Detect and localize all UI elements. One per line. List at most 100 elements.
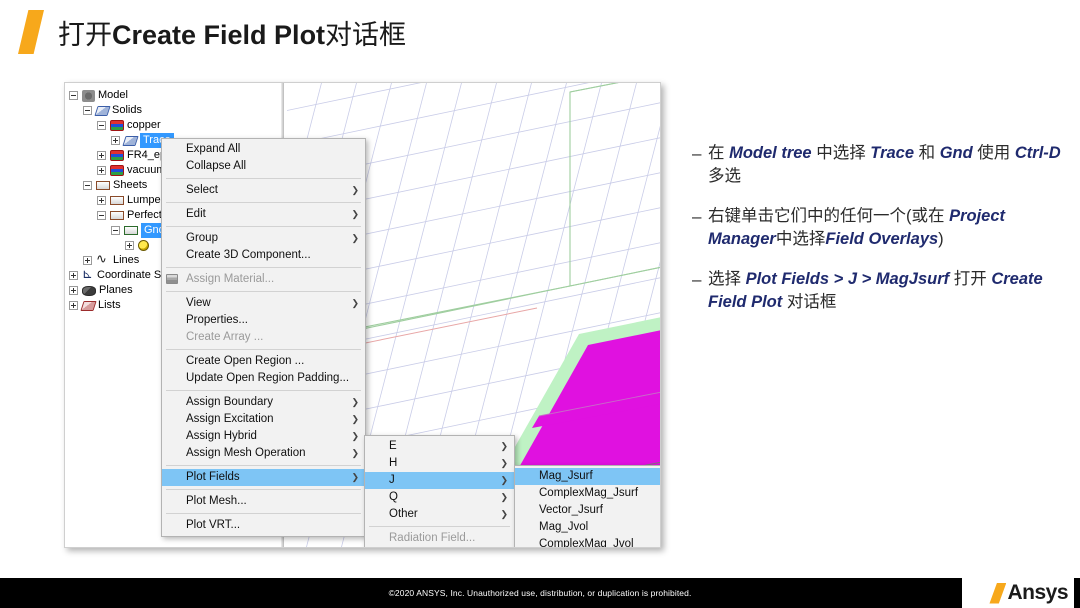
submenu-item-q[interactable]: Q ❯ [365, 489, 514, 506]
tree-node-label: Perfect [127, 209, 162, 221]
chevron-right-icon: ❯ [351, 209, 359, 219]
menu-item-assign-boundary[interactable]: Assign Boundary ❯ [162, 394, 365, 411]
collapse-icon[interactable] [69, 91, 78, 100]
bullet-term: Trace [870, 144, 915, 162]
bullet-term: Field Overlays [825, 230, 939, 248]
expand-icon[interactable] [83, 256, 92, 265]
menu-item-label: Plot Mesh... [186, 495, 247, 507]
collapse-icon[interactable] [111, 226, 120, 235]
collapse-icon[interactable] [83, 106, 92, 115]
menu-item-expand-all[interactable]: Expand All [162, 141, 365, 158]
menu-item-assign-mesh-operation[interactable]: Assign Mesh Operation ❯ [162, 445, 365, 462]
bullet-plain: 打开 [949, 270, 992, 288]
jmenu-item-complexmag-jsurf[interactable]: ComplexMag_Jsurf [515, 485, 660, 502]
menu-item-plot-fields[interactable]: Plot Fields ❯ [162, 469, 365, 486]
menu-item-label: Plot Fields [186, 471, 240, 483]
menu-separator [166, 349, 361, 350]
menu-separator [166, 226, 361, 227]
menu-item-group[interactable]: Group ❯ [162, 230, 365, 247]
menu-item-select[interactable]: Select ❯ [162, 182, 365, 199]
menu-item-label: Mag_Jsurf [539, 470, 593, 482]
collapse-icon[interactable] [83, 181, 92, 190]
bullet-list: – 在 Model tree 中选择 Trace 和 Gnd 使用 Ctrl-D … [692, 142, 1062, 331]
submenu-item-j[interactable]: J ❯ [365, 472, 514, 489]
menu-item-plot-vrt[interactable]: Plot VRT... [162, 517, 365, 534]
expand-icon[interactable] [69, 286, 78, 295]
tree-node-label: Solids [112, 104, 142, 116]
menu-separator [166, 202, 361, 203]
tree-node-label: vacuum [127, 164, 166, 176]
tree-node-label: Coordinate Sy [97, 269, 167, 281]
menu-item-create-3d-component[interactable]: Create 3D Component... [162, 247, 365, 264]
submenu-item-e[interactable]: E ❯ [365, 438, 514, 455]
chevron-right-icon: ❯ [351, 233, 359, 243]
logo-wordmark: Ansys [1007, 581, 1068, 604]
expand-icon[interactable] [111, 136, 120, 145]
page-title-suffix: 对话框 [325, 19, 407, 50]
menu-item-view[interactable]: View ❯ [162, 295, 365, 312]
menu-item-label: Assign Mesh Operation [186, 447, 306, 459]
menu-item-label: Other [389, 508, 418, 520]
menu-item-create-open-region[interactable]: Create Open Region ... [162, 353, 365, 370]
menu-item-label: J [389, 474, 395, 486]
menu-item-label: Vector_Jsurf [539, 504, 603, 516]
menu-item-create-array: Create Array ... [162, 329, 365, 346]
menu-item-label: Expand All [186, 143, 241, 155]
chevron-right-icon: ❯ [351, 431, 359, 441]
menu-item-label: H [389, 457, 398, 469]
plot-fields-submenu[interactable]: E ❯ H ❯ J ❯ Q ❯ Other ❯ Radiation Field... [364, 435, 515, 547]
line-icon [96, 251, 110, 266]
menu-item-assign-material: Assign Material... [162, 271, 365, 288]
submenu-item-h[interactable]: H ❯ [365, 455, 514, 472]
plane-icon [82, 285, 96, 296]
menu-item-edit[interactable]: Edit ❯ [162, 206, 365, 223]
menu-item-label: Collapse All [186, 160, 247, 172]
menu-item-update-open-region-padding[interactable]: Update Open Region Padding... [162, 370, 365, 387]
jmenu-item-mag-jsurf[interactable]: Mag_Jsurf [515, 468, 660, 485]
tree-node-label: Lumpe [127, 194, 161, 206]
collapse-icon[interactable] [97, 121, 106, 130]
chevron-right-icon: ❯ [351, 472, 359, 482]
bullet-item-3: – 选择 Plot Fields > J > MagJsurf 打开 Create… [692, 268, 1062, 314]
tree-node-label: Lists [98, 299, 121, 311]
context-menu[interactable]: Expand All Collapse All Select ❯ Edit ❯ Group ❯… [161, 138, 366, 537]
footer-bar: ©2020 ANSYS, Inc. Unauthorized use, dist… [0, 578, 1080, 608]
expand-icon[interactable] [69, 271, 78, 280]
bullet-plain: 中选择 [775, 230, 826, 248]
collapse-icon[interactable] [97, 211, 106, 220]
bullet-term: Model tree [729, 144, 812, 162]
expand-icon[interactable] [97, 196, 106, 205]
menu-separator [166, 489, 361, 490]
chevron-right-icon: ❯ [351, 298, 359, 308]
bullet-text: 在 Model tree 中选择 Trace 和 Gnd 使用 Ctrl-D 多… [708, 142, 1062, 188]
menu-item-properties[interactable]: Properties... [162, 312, 365, 329]
expand-icon[interactable] [69, 301, 78, 310]
menu-item-assign-excitation[interactable]: Assign Excitation ❯ [162, 411, 365, 428]
bullet-plain: 多选 [708, 167, 741, 185]
j-fields-submenu[interactable]: Mag_Jsurf ComplexMag_Jsurf Vector_Jsurf Mag… [514, 465, 660, 547]
bullet-term: Ctrl-D [1014, 144, 1061, 162]
jmenu-item-complexmag-jvol[interactable]: ComplexMag_Jvol [515, 536, 660, 547]
jmenu-item-vector-jsurf[interactable]: Vector_Jsurf [515, 502, 660, 519]
jmenu-item-mag-jvol[interactable]: Mag_Jvol [515, 519, 660, 536]
material-icon [110, 165, 124, 176]
menu-item-plot-mesh[interactable]: Plot Mesh... [162, 493, 365, 510]
submenu-item-other[interactable]: Other ❯ [365, 506, 514, 523]
tree-node-solids[interactable]: Solids [69, 103, 284, 118]
tree-node-model[interactable]: Model [69, 88, 284, 103]
solids-icon [94, 105, 111, 116]
expand-icon[interactable] [97, 166, 106, 175]
menu-item-label: Edit [186, 208, 206, 220]
expand-icon[interactable] [97, 151, 106, 160]
menu-item-label: Assign Material... [186, 273, 275, 285]
menu-item-assign-hybrid[interactable]: Assign Hybrid ❯ [162, 428, 365, 445]
menu-item-collapse-all[interactable]: Collapse All [162, 158, 365, 175]
menu-item-label: Plot VRT... [186, 519, 241, 531]
sheet-icon [96, 181, 110, 190]
material-icon [110, 150, 124, 161]
tree-node-copper[interactable]: copper [69, 118, 284, 133]
menu-item-label: Properties... [186, 314, 248, 326]
page-title: 打开Create Field Plot对话框 [58, 13, 406, 52]
expand-icon[interactable] [125, 241, 134, 250]
chevron-right-icon: ❯ [500, 458, 508, 468]
